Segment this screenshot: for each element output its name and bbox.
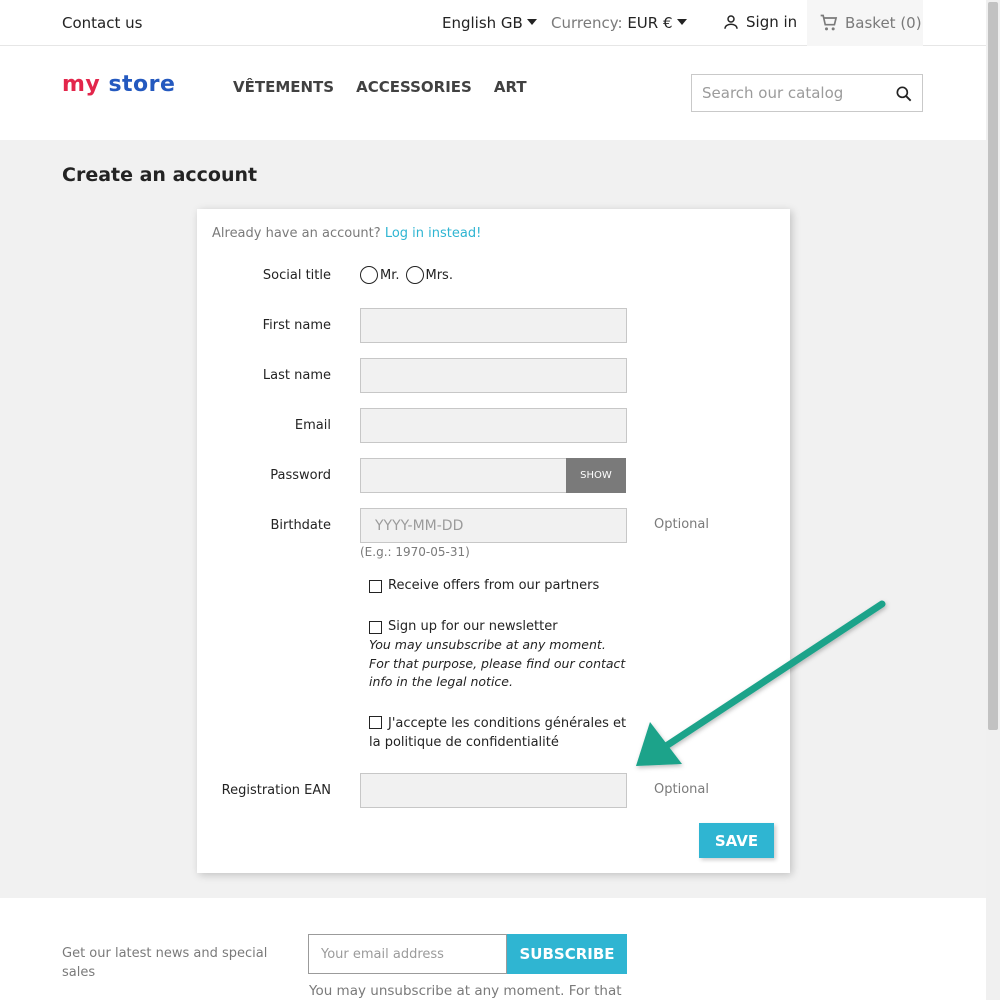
terms-option: J'accepte les conditions générales et la… [369,714,629,752]
mr-radio[interactable] [360,266,378,284]
language-selector[interactable]: English GB [442,14,537,32]
ean-optional: Optional [654,782,709,797]
search-box [691,74,923,112]
annotation-arrow-icon [636,600,886,766]
caret-down-icon [676,19,687,25]
currency-label: Currency: [551,14,623,32]
user-icon [724,15,738,29]
basket-label: Basket (0) [845,14,922,32]
basket-button[interactable]: Basket (0) [807,0,923,46]
birthdate-input[interactable] [361,509,626,542]
page-scrollbar[interactable] [986,0,1000,1000]
page-title: Create an account [62,164,258,186]
logo-my: my [62,72,101,97]
newsletter-email-field [308,934,507,974]
save-button[interactable]: SAVE [699,823,774,858]
scrollbar-thumb[interactable] [988,2,998,730]
offers-option: Receive offers from our partners [369,577,599,595]
password-field [360,458,567,493]
newsletter-checkbox[interactable] [369,621,382,634]
newsletter-email-input[interactable] [309,935,506,973]
unsubscribe-note: You may unsubscribe at any moment. For t… [309,983,622,999]
already-account-label: Already have an account? [212,226,381,241]
already-account-text: Already have an account? Log in instead! [212,226,481,241]
mrs-label: Mrs. [425,267,453,283]
social-title-radios: Mr. Mrs. [360,266,459,284]
sign-in-label: Sign in [746,13,798,31]
site-header: my store VÊTEMENTS ACCESSORIES ART [0,46,986,140]
subscribe-button[interactable]: SUBSCRIBE [507,934,627,974]
store-logo[interactable]: my store [62,72,175,97]
password-label: Password [270,468,331,483]
offers-checkbox[interactable] [369,580,382,593]
show-password-button[interactable]: SHOW [566,458,626,493]
currency-value: EUR € [627,14,673,32]
main-nav: VÊTEMENTS ACCESSORIES ART [233,78,527,96]
birthdate-hint: (E.g.: 1970-05-31) [360,545,470,559]
sign-in-link[interactable]: Sign in [722,13,797,31]
birthdate-field [360,508,627,543]
nav-item-accessories[interactable]: ACCESSORIES [356,78,472,96]
caret-down-icon [526,19,537,25]
password-input[interactable] [361,459,566,492]
first-name-label: First name [262,318,331,333]
nav-item-vetements[interactable]: VÊTEMENTS [233,78,334,96]
last-name-field [360,358,627,393]
first-name-field [360,308,627,343]
newsletter-footer: Get our latest news and special sales SU… [0,898,986,1000]
nav-item-art[interactable]: ART [494,78,527,96]
cart-icon [820,14,838,31]
newsletter-note: You may unsubscribe at any moment. For t… [369,637,626,689]
newsletter-option: Sign up for our newsletter [369,618,558,636]
first-name-input[interactable] [361,309,626,342]
terms-label: J'accepte les conditions générales et la… [369,716,627,750]
currency-selector[interactable]: Currency: EUR € [551,14,687,32]
ean-label: Registration EAN [221,783,331,798]
ean-input[interactable] [361,774,626,807]
offers-label: Receive offers from our partners [388,578,600,593]
newsletter-text: Get our latest news and special sales [62,946,268,980]
email-label: Email [294,418,331,433]
login-instead-link[interactable]: Log in instead! [385,226,481,241]
email-field [360,408,627,443]
social-title-label: Social title [262,268,331,283]
mr-label: Mr. [380,267,400,283]
search-icon[interactable] [894,84,914,104]
email-input[interactable] [361,409,626,442]
birthdate-optional: Optional [654,517,709,532]
ean-field [360,773,627,808]
search-input[interactable] [692,75,882,111]
logo-store: store [108,72,176,97]
newsletter-label: Sign up for our newsletter [388,619,558,634]
language-label: English GB [442,14,523,32]
birthdate-label: Birthdate [270,518,331,533]
top-bar: Contact us English GB Currency: EUR € Si… [0,0,986,46]
last-name-input[interactable] [361,359,626,392]
contact-us-link[interactable]: Contact us [62,14,142,32]
last-name-label: Last name [262,368,331,383]
mrs-radio[interactable] [405,266,424,284]
terms-checkbox[interactable] [369,716,382,729]
